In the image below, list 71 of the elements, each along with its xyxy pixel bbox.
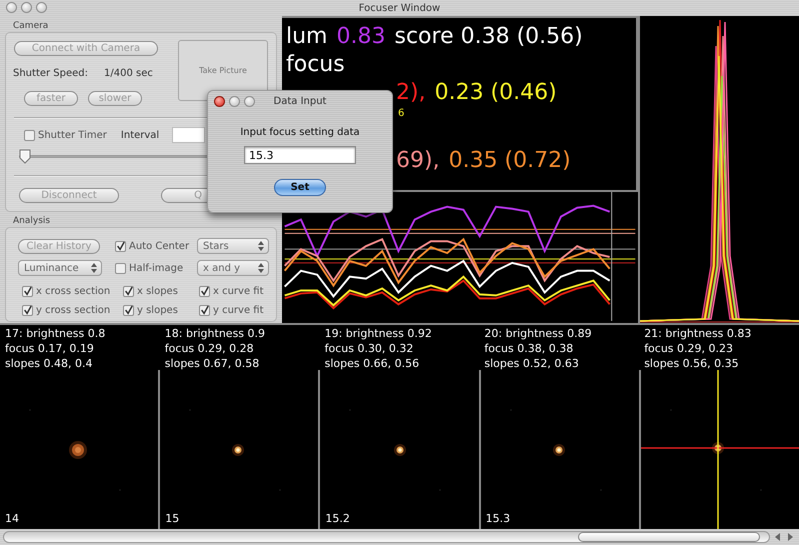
interval-field[interactable] [172,127,206,143]
frame-info-text: focus 0.29, 0.28 [164,341,255,356]
scrollbar[interactable] [3,531,770,543]
prompt-text: Input focus setting data [240,126,360,140]
frame-info-text: focus 0.38, 0.38 [484,341,574,356]
updown-arrow-icon [258,241,264,251]
checkbox-label[interactable]: y slopes [137,303,178,318]
checkbox-label[interactable]: y curve fit [213,303,264,318]
checkbox-label[interactable]: x cross section [36,284,110,299]
readout-text: focus [286,52,345,79]
group-title: Analysis [12,215,52,227]
checkbox-label[interactable]: x curve fit [213,284,264,299]
frame-info-text: 20: brightness 0.89 [484,326,593,341]
checkbox[interactable] [22,286,33,297]
updown-arrow-icon [91,263,97,273]
checkbox-label[interactable]: Shutter Timer [38,128,107,142]
frame-info-text: slopes 0.67, 0.58 [164,356,260,371]
frame-info-text: focus 0.17, 0.19 [5,341,95,356]
field-label: Shutter Speed: [13,67,88,81]
minimize-button[interactable] [21,2,32,13]
zoom-button[interactable] [244,96,255,107]
focus-label: 14 [5,510,19,526]
readout-text: lum [286,24,328,51]
frame-info-text: slopes 0.52, 0.63 [484,356,580,371]
frame-info-text: slopes 0.48, 0.4 [5,356,94,371]
focus-input-field[interactable]: 15.3 [244,146,356,164]
popup-button[interactable]: x and y [197,260,269,276]
focus-label: 15.2 [325,510,350,526]
checkbox[interactable] [199,305,210,316]
set-button[interactable]: Set [274,179,326,196]
popup-button[interactable]: Stars [197,238,269,254]
checkbox[interactable] [199,286,210,297]
checkbox[interactable] [24,130,35,140]
focus-label: 15.3 [486,510,510,526]
close-button[interactable] [6,2,17,13]
minimize-button[interactable] [229,96,240,107]
readout-text: 0.23 (0.46) [434,80,557,107]
frame-info-text: focus 0.30, 0.32 [324,341,414,356]
shutter-speed-value: 1/400 sec [104,67,153,81]
checkbox[interactable] [22,305,33,316]
frame-info-text: 21: brightness 0.83 [644,326,752,341]
slider-thumb[interactable] [19,149,31,164]
checkbox[interactable] [115,262,126,274]
frame-info-text: focus 0.29, 0.23 [644,341,734,356]
readout-text: 0.35 (0.72) [448,148,571,175]
field-label: Interval [120,128,160,142]
checkbox[interactable] [115,240,126,252]
checkbox-label[interactable]: Half-image [129,260,184,276]
window-title: Focuser Window [358,2,440,16]
popup-button[interactable]: Luminance [18,260,102,276]
readout-text: 2), [396,80,426,107]
frame-info-text: slopes 0.56, 0.35 [644,356,740,371]
checkbox[interactable] [123,286,134,297]
readout-text: score 0.38 (0.56) [394,24,583,51]
dialog-title: Data Input [274,94,326,108]
close-button[interactable] [214,96,225,107]
focus-label: 15 [165,510,180,526]
frame-info-text: slopes 0.66, 0.56 [324,356,420,371]
group-title: Camera [12,20,50,32]
readout-text: 69), [396,148,440,175]
readout-text: 6 [398,108,404,120]
frame-info-text: 19: brightness 0.92 [324,326,433,341]
checkbox[interactable] [123,305,134,316]
checkbox-label[interactable]: y cross section [36,303,110,318]
checkbox-label[interactable]: x slopes [137,284,178,299]
updown-arrow-icon [258,263,264,273]
zoom-button[interactable] [36,2,47,13]
checkbox-label[interactable]: Auto Center [129,238,190,254]
frame-info-text: 18: brightness 0.9 [164,326,266,341]
frame-info-text: 17: brightness 0.8 [5,326,106,341]
readout-text: 0.83 [336,24,386,51]
